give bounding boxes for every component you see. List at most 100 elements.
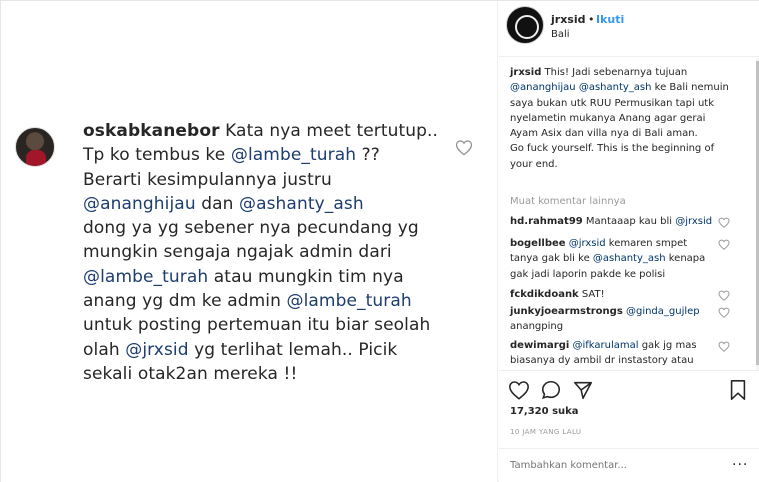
mention-link[interactable]: @ananghijau bbox=[83, 194, 196, 214]
text-line: Berarti kesimpulannya justru bbox=[83, 168, 463, 192]
text-segment: sekali otak2an mereka !! bbox=[83, 363, 298, 384]
mention-link[interactable]: @ashanty_ash bbox=[593, 253, 666, 264]
text-segment: gak jadi laporin pakde ke polisi bbox=[510, 268, 666, 280]
text-segment: kenapa bbox=[665, 253, 706, 265]
text-segment: kemaren smpet bbox=[605, 238, 688, 249]
comment-like-icon[interactable] bbox=[718, 239, 730, 250]
post-timestamp[interactable]: 10 JAM YANG LALU bbox=[510, 428, 581, 436]
text-segment: ?? bbox=[356, 145, 380, 166]
comment-icon[interactable] bbox=[540, 379, 562, 401]
username-link[interactable]: oskabkanebor bbox=[83, 121, 220, 141]
comment-like-icon[interactable] bbox=[718, 290, 730, 301]
username-link[interactable]: hd.rahmat99 bbox=[510, 216, 583, 227]
text-line: gak jadi laporin pakde ke polisi bbox=[510, 267, 745, 282]
mention-link[interactable]: @lambe_turah bbox=[286, 291, 411, 311]
mention-link[interactable]: @jrxsid bbox=[569, 238, 606, 249]
text-line: dong ya yg sebener nya pecundang yg bbox=[83, 216, 463, 240]
text-line: hd.rahmat99 Mantaaap kau bli @jrxsid bbox=[510, 214, 745, 229]
text-segment: dong ya yg sebener nya pecundang yg bbox=[83, 218, 419, 239]
likes-count[interactable]: 17,320 suka bbox=[510, 406, 579, 417]
follow-button[interactable]: Ikuti bbox=[596, 13, 624, 26]
text-line: anang yg dm ke admin @lambe_turah bbox=[83, 289, 463, 313]
text-segment: untuk posting pertemuan itu biar seolah bbox=[83, 315, 431, 336]
text-line: @lambe_turah atau mungkin tim nya bbox=[83, 265, 463, 289]
mention-link[interactable]: @ashanty_ash bbox=[579, 82, 652, 93]
mention-link[interactable]: @ashanty_ash bbox=[239, 194, 364, 214]
comment-like-icon[interactable] bbox=[718, 307, 730, 318]
username-link[interactable]: junkyjoearmstrongs bbox=[510, 306, 623, 317]
comment-row: hd.rahmat99 Mantaaap kau bli @jrxsid bbox=[510, 214, 745, 229]
text-segment: Go fuck yourself. This is the beginning … bbox=[510, 143, 715, 155]
comment-row: junkyjoearmstrongs @ginda_gujlep anangpin… bbox=[510, 304, 745, 335]
heart-icon[interactable] bbox=[508, 379, 530, 401]
load-more-comments-button[interactable]: Muat komentar lainnya bbox=[510, 194, 626, 209]
add-comment-input[interactable] bbox=[510, 460, 725, 471]
side-panel: jrxsid • Ikuti Bali jrxsid This! Jadi se… bbox=[499, 1, 759, 482]
mention-link[interactable]: @jrxsid bbox=[125, 340, 188, 360]
text-segment: SAT! bbox=[578, 289, 605, 300]
text-line: your end. bbox=[510, 157, 746, 172]
text-segment: saya bukan utk RUU Permusikan tapi utk bbox=[510, 97, 714, 109]
text-line: jrxsid This! Jadi sebenarnya tujuan bbox=[510, 65, 746, 80]
text-line: @ananghijau dan @ashanty_ash bbox=[83, 192, 463, 216]
bookmark-icon[interactable] bbox=[727, 379, 749, 401]
text-segment: ke Bali nemuin bbox=[651, 82, 729, 94]
text-line: bogellbee @jrxsid kemaren smpet bbox=[510, 236, 745, 251]
text-line: fckdikdoank SAT! bbox=[510, 287, 745, 302]
comment-like-icon[interactable] bbox=[718, 217, 730, 228]
username-link[interactable]: bogellbee bbox=[510, 238, 566, 249]
text-line: dewimargi @ifkarulamal gak jg mas bbox=[510, 338, 745, 353]
text-line: nyelametin mukanya Anang agar gerai bbox=[510, 111, 746, 126]
text-segment: olah bbox=[83, 339, 126, 360]
post-image[interactable]: oskabkanebor Kata nya meet tertutup.. Tp … bbox=[1, 1, 498, 482]
mention-link[interactable]: @lambe_turah bbox=[231, 145, 356, 165]
author-username[interactable]: jrxsid bbox=[551, 13, 585, 26]
text-line: anangping bbox=[510, 319, 745, 334]
text-segment: dan bbox=[195, 193, 239, 214]
header-separator: • bbox=[588, 13, 595, 26]
mention-link[interactable]: @ginda_gujlep bbox=[626, 306, 700, 317]
post-caption: jrxsid This! Jadi sebenarnya tujuan @anan… bbox=[510, 65, 746, 172]
text-segment: nyelametin mukanya Anang agar gerai bbox=[510, 112, 706, 124]
mention-link[interactable]: @ananghijau bbox=[510, 82, 576, 93]
mention-link[interactable]: @lambe_turah bbox=[83, 267, 208, 287]
more-options-button[interactable]: ··· bbox=[732, 457, 748, 473]
text-segment: mungkin sengaja ngajak admin dari bbox=[83, 242, 392, 263]
post-modal: oskabkanebor Kata nya meet tertutup.. Tp … bbox=[0, 0, 759, 482]
text-line: oskabkanebor Kata nya meet tertutup.. bbox=[83, 119, 463, 143]
mention-link[interactable]: @ifkarulamal bbox=[572, 340, 638, 351]
text-line: junkyjoearmstrongs @ginda_gujlep bbox=[510, 304, 745, 319]
text-segment: biasanya dy ambil dr instastory atau bbox=[510, 355, 694, 367]
username-link[interactable]: dewimargi bbox=[510, 340, 569, 351]
text-line: sekali otak2an mereka !! bbox=[83, 362, 463, 386]
text-segment: anangping bbox=[510, 321, 564, 333]
username-link[interactable]: jrxsid bbox=[510, 67, 541, 78]
text-segment: This! Jadi sebenarnya tujuan bbox=[541, 67, 688, 78]
text-segment: gak jg mas bbox=[638, 340, 697, 351]
text-segment: Tp ko tembus ke bbox=[83, 145, 231, 166]
text-segment: Ayam Asix dan villa nya di Bali aman. bbox=[510, 128, 698, 140]
share-icon[interactable] bbox=[572, 379, 594, 401]
text-line: @ananghijau @ashanty_ash ke Bali nemuin bbox=[510, 80, 746, 95]
text-line: Ayam Asix dan villa nya di Bali aman. bbox=[510, 126, 746, 141]
text-segment: your end. bbox=[510, 158, 558, 170]
author-avatar[interactable] bbox=[506, 6, 544, 44]
comment-row: fckdikdoank SAT! bbox=[510, 287, 745, 302]
comment-like-icon[interactable] bbox=[718, 341, 730, 352]
text-segment: Mantaaap kau bli bbox=[582, 216, 676, 227]
comments-list[interactable]: jrxsid This! Jadi sebenarnya tujuan @anan… bbox=[499, 58, 755, 370]
add-comment-bar: ··· bbox=[499, 448, 759, 482]
text-line: mungkin sengaja ngajak admin dari bbox=[83, 240, 463, 264]
text-line: biasanya dy ambil dr instastory atau bbox=[510, 353, 745, 368]
location-link[interactable]: Bali bbox=[551, 29, 570, 40]
mention-link[interactable]: @jrxsid bbox=[675, 216, 712, 227]
action-bar bbox=[499, 370, 759, 410]
text-segment: Kata nya meet tertutup.. bbox=[219, 121, 439, 141]
text-segment: atau mungkin tim nya bbox=[208, 266, 404, 287]
comment-row: bogellbee @jrxsid kemaren smpet tanya gak… bbox=[510, 236, 745, 282]
text-segment: yg terlihat lemah.. Picik bbox=[188, 339, 398, 360]
image-heart-icon bbox=[455, 140, 473, 156]
username-link[interactable]: fckdikdoank bbox=[510, 289, 579, 300]
text-segment: tanya gak bli ke bbox=[510, 253, 593, 265]
text-line: olah @jrxsid yg terlihat lemah.. Picik bbox=[83, 338, 463, 362]
